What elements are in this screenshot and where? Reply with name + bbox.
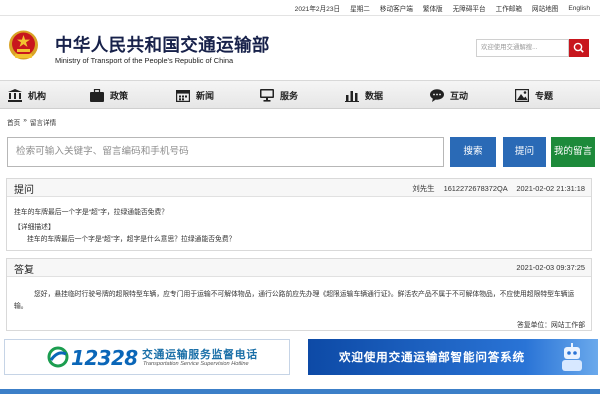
monitor-icon xyxy=(260,88,274,102)
question-detail-label: 【详细描述】 xyxy=(14,224,55,231)
link-accessibility[interactable]: 无障碍平台 xyxy=(453,3,486,13)
question-header: 提问 刘先生 1612272678372QA 2021-02-02 21:31:… xyxy=(7,179,591,197)
question-meta: 刘先生 1612272678372QA 2021-02-02 21:31:18 xyxy=(412,183,585,194)
message-search-button[interactable]: 搜索 xyxy=(450,137,496,167)
breadcrumb-current: 留言详情 xyxy=(29,120,57,127)
site-search-button[interactable] xyxy=(569,39,589,57)
question-code: 1612272678372QA xyxy=(443,184,508,193)
question-detail: 挂车的车牌最后一个字是“超”字，超字是什么意思？拉绿通能否免费？ xyxy=(27,236,236,243)
site-subtitle: Ministry of Transport of the People's Re… xyxy=(55,56,234,65)
current-date: 2021年2月23日 xyxy=(294,6,341,13)
hotline-banner[interactable]: 12328 交通运输服务监督电话 Transportation Service … xyxy=(4,339,290,375)
nav-item-topics[interactable]: 专题 xyxy=(515,87,553,103)
hotline-logo-icon xyxy=(47,346,69,368)
nav-item-news[interactable]: 新闻 xyxy=(176,87,214,103)
hotline-title: 交通运输服务监督电话 xyxy=(142,349,258,361)
smart-qa-banner-text: 欢迎使用交通运输部智能问答系统 xyxy=(339,351,525,364)
nav-item-data[interactable]: 数据 xyxy=(345,87,383,103)
nav-item-institutions[interactable]: 机构 xyxy=(8,87,46,103)
calendar-icon xyxy=(176,89,190,102)
answer-unit-name: 网站工作部 xyxy=(551,322,585,329)
breadcrumb-home[interactable]: 首页 xyxy=(7,117,20,127)
breadcrumb: 首页 » 留言详情 xyxy=(7,117,59,127)
nav-item-services[interactable]: 服务 xyxy=(260,87,298,103)
link-traditional[interactable]: 繁体版 xyxy=(423,3,443,13)
bar-chart-icon xyxy=(345,90,359,102)
smart-qa-banner[interactable]: 欢迎使用交通运输部智能问答系统 xyxy=(308,339,598,375)
answer-unit: 答复单位：网站工作部 xyxy=(517,319,585,329)
site-header: 中华人民共和国交通运输部 Ministry of Transport of th… xyxy=(0,17,600,72)
chat-icon xyxy=(430,88,444,102)
nav-item-interaction[interactable]: 互动 xyxy=(430,87,468,103)
footer-divider xyxy=(0,389,600,394)
breadcrumb-separator: » xyxy=(23,117,27,124)
message-search-input[interactable]: 检索可输入关键字、留言编码和手机号码 xyxy=(7,137,444,167)
building-icon xyxy=(8,88,22,102)
nav-item-policy[interactable]: 政策 xyxy=(90,87,128,103)
main-nav: 机构 政策 新闻 服务 数据 互动 专题 xyxy=(0,80,600,109)
question-heading: 提问 xyxy=(14,185,34,196)
hotline-number: 12328 xyxy=(71,346,138,370)
top-utility-bar: 2021年2月23日 星期二 移动客户端 繁体版 无障碍平台 工作邮箱 网站地图… xyxy=(0,0,600,16)
question-title: 挂车的车牌最后一个字是“超”字，拉绿通能否免费？ xyxy=(14,209,169,216)
image-icon xyxy=(515,88,529,102)
answer-text: 您好，悬挂临时行驶号牌的超限特型车辆，应专门用于运输不可解体物品，通行公路前应先… xyxy=(14,291,575,310)
question-datetime: 2021-02-02 21:31:18 xyxy=(516,184,585,193)
question-author: 刘先生 xyxy=(412,184,435,193)
question-panel: 提问 刘先生 1612272678372QA 2021-02-02 21:31:… xyxy=(6,178,592,251)
hotline-subtitle: Transportation Service Supervision Hotli… xyxy=(143,361,249,367)
my-messages-button[interactable]: 我的留言 xyxy=(551,137,595,167)
link-sitemap[interactable]: 网站地图 xyxy=(532,3,558,13)
answer-unit-label: 答复单位： xyxy=(517,322,552,329)
robot-icon xyxy=(562,343,582,371)
search-icon xyxy=(573,42,584,53)
link-english[interactable]: English xyxy=(568,5,590,12)
answer-body: 您好，悬挂临时行驶号牌的超限特型车辆，应专门用于运输不可解体物品，通行公路前应先… xyxy=(14,289,584,313)
ask-question-button[interactable]: 提问 xyxy=(503,137,546,167)
site-title[interactable]: 中华人民共和国交通运输部 xyxy=(55,32,270,57)
briefcase-icon xyxy=(90,88,104,102)
answer-header: 答复 2021-02-03 09:37:25 xyxy=(7,259,591,277)
answer-heading: 答复 xyxy=(14,265,34,276)
link-mobile-client[interactable]: 移动客户端 xyxy=(380,3,413,13)
answer-panel: 答复 2021-02-03 09:37:25 您好，悬挂临时行驶号牌的超限特型车… xyxy=(6,258,592,331)
national-emblem-icon xyxy=(8,28,39,62)
link-work-mail[interactable]: 工作邮箱 xyxy=(496,3,522,13)
current-weekday: 星期二 xyxy=(350,6,370,13)
answer-datetime: 2021-02-03 09:37:25 xyxy=(516,263,585,272)
site-search-input[interactable]: 欢迎使用交通解搜... xyxy=(476,39,569,57)
